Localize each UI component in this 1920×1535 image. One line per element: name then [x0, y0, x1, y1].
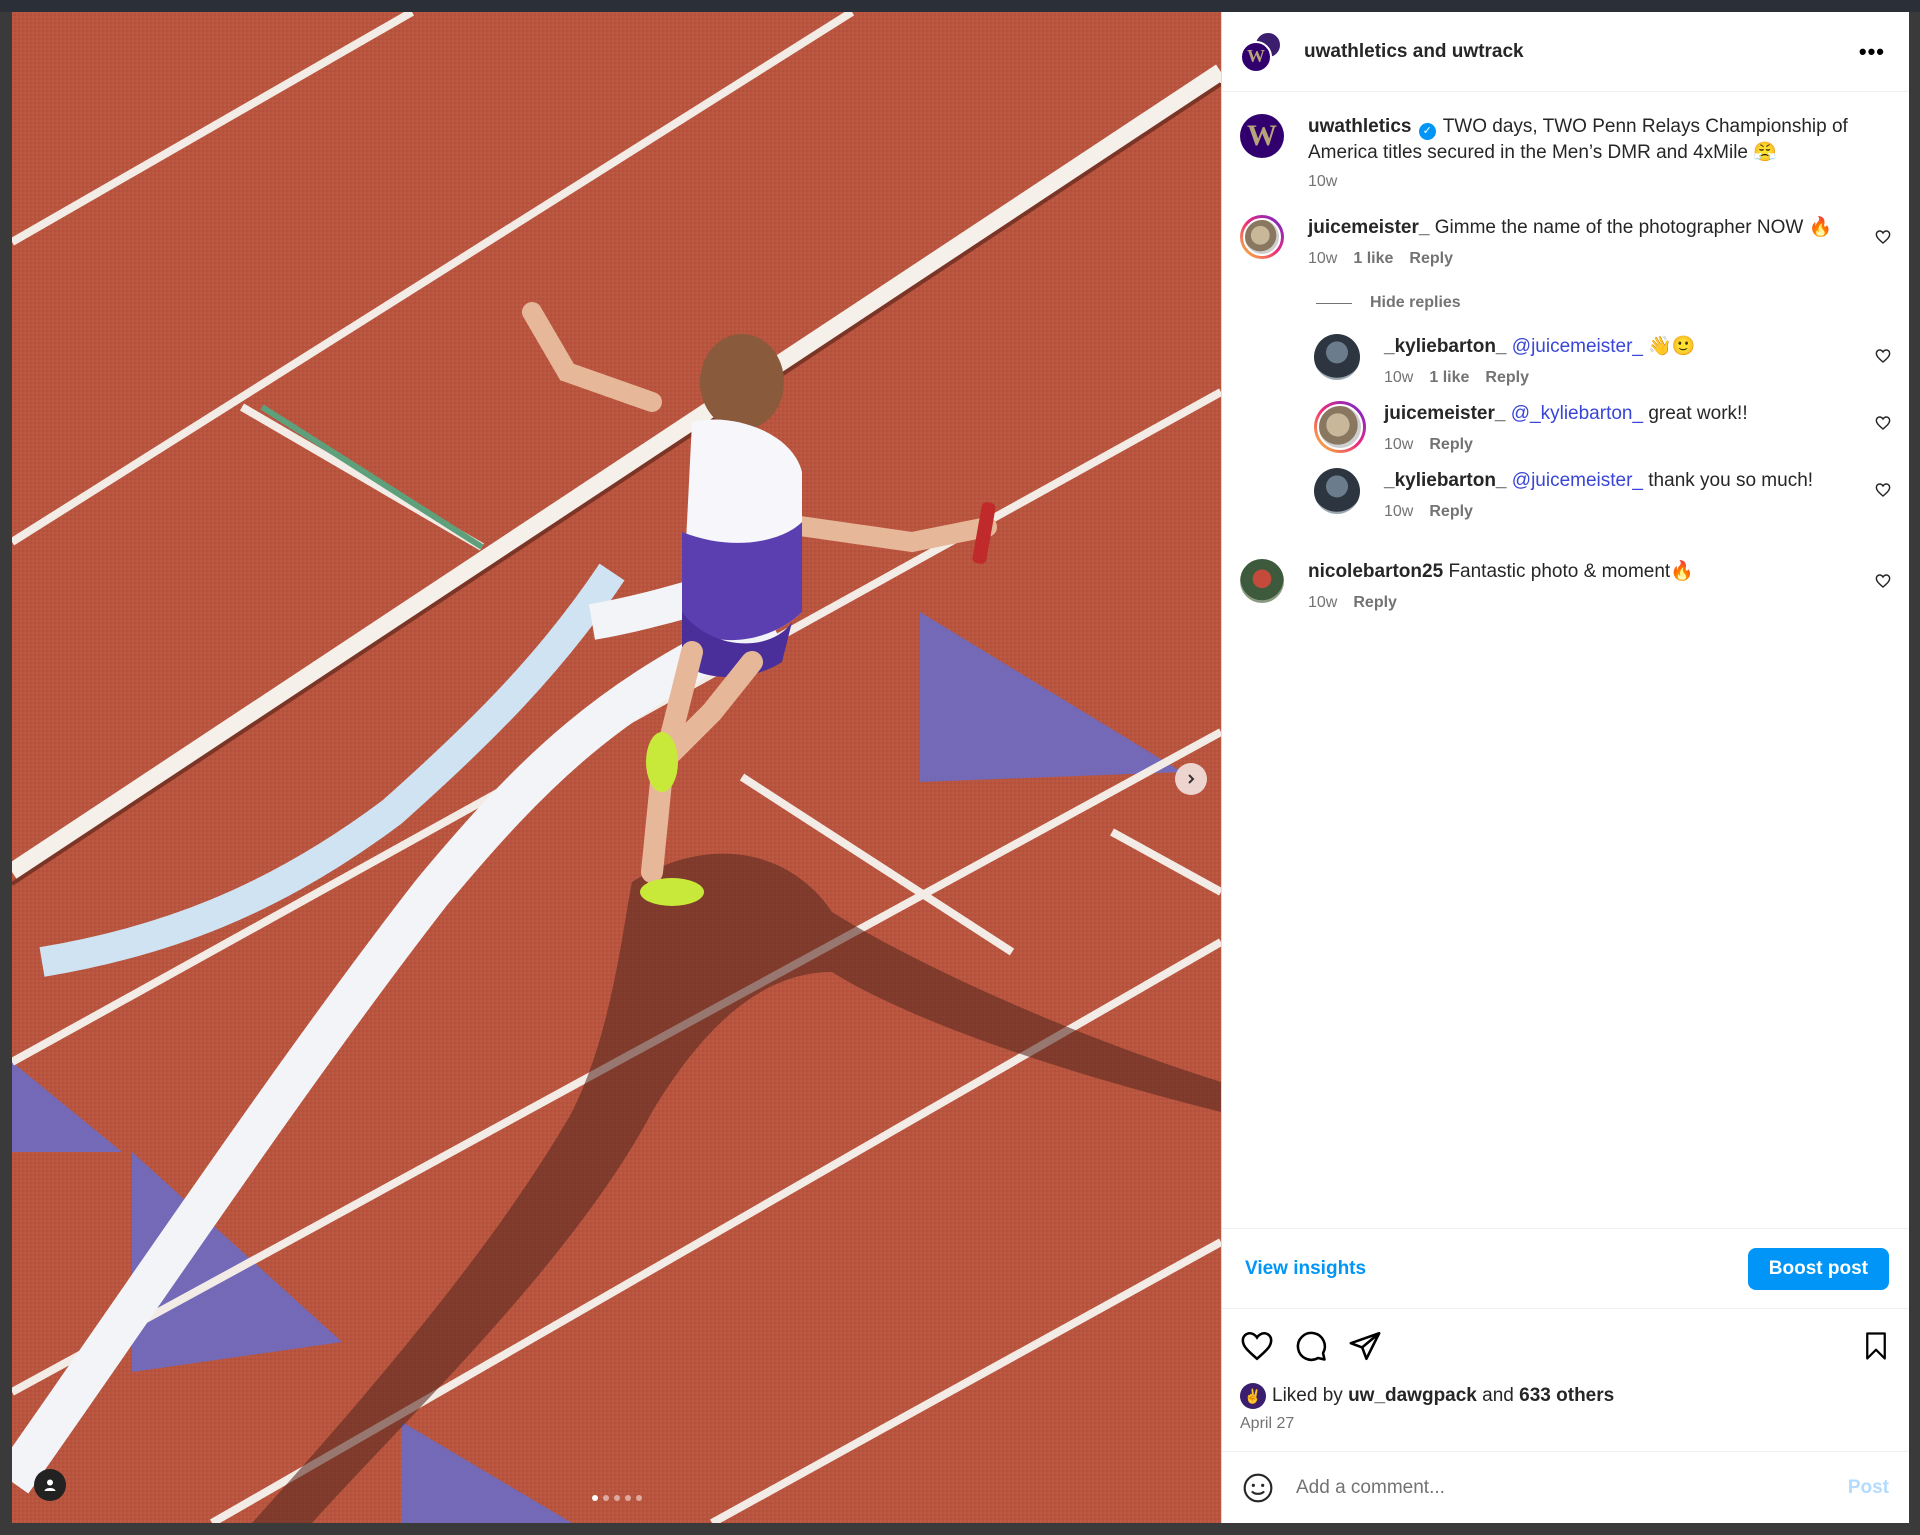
- hide-replies-label: Hide replies: [1370, 294, 1461, 311]
- avatar[interactable]: [1240, 559, 1284, 603]
- reply-button[interactable]: Reply: [1409, 250, 1453, 268]
- reply-button[interactable]: Reply: [1429, 436, 1473, 454]
- post-date[interactable]: April 27: [1240, 1415, 1891, 1433]
- reply-likes[interactable]: 1 like: [1429, 369, 1469, 387]
- reply-text: great work!!: [1643, 403, 1748, 424]
- liker-username[interactable]: uw_dawgpack: [1348, 1385, 1477, 1407]
- comment-time: 10w: [1308, 594, 1338, 611]
- track-photo-illustration: [12, 12, 1221, 1523]
- mention-link[interactable]: @juicemeister_: [1512, 470, 1643, 491]
- avatar[interactable]: [1314, 334, 1360, 380]
- likes-others-link[interactable]: 633 others: [1519, 1385, 1614, 1407]
- likes-joiner: and: [1482, 1385, 1514, 1406]
- emoji-smiley-icon[interactable]: [1242, 1472, 1274, 1504]
- comment-input[interactable]: [1296, 1476, 1848, 1499]
- avatar[interactable]: [1240, 215, 1284, 259]
- like-comment-heart-icon[interactable]: [1875, 229, 1891, 245]
- avatar[interactable]: [1314, 468, 1360, 514]
- more-options-button[interactable]: •••: [1853, 39, 1891, 65]
- comment-username[interactable]: juicemeister_: [1308, 217, 1429, 238]
- comment-bubble-icon[interactable]: [1294, 1329, 1328, 1363]
- comment-time: 10w: [1308, 250, 1338, 267]
- avatar[interactable]: [1314, 401, 1366, 453]
- post-photo: [12, 12, 1221, 1523]
- likes-prefix: Liked by: [1272, 1385, 1343, 1406]
- reply-button[interactable]: Reply: [1429, 503, 1473, 521]
- reply-text: thank you so much!: [1643, 470, 1814, 491]
- avatar[interactable]: W: [1240, 114, 1284, 158]
- reply: _kyliebarton_ @juicemeister_ 👋🙂 10w 1 li…: [1314, 334, 1891, 387]
- like-heart-icon[interactable]: [1240, 1329, 1274, 1363]
- reply-time: 10w: [1384, 436, 1414, 453]
- comment-likes[interactable]: 1 like: [1353, 250, 1393, 268]
- mention-link[interactable]: @_kyliebarton_: [1511, 403, 1643, 424]
- share-send-icon[interactable]: [1348, 1329, 1382, 1363]
- reply-time: 10w: [1384, 369, 1414, 386]
- verified-badge-icon: ✓: [1418, 123, 1436, 140]
- save-bookmark-icon[interactable]: [1861, 1329, 1891, 1363]
- carousel-dot: [635, 1495, 642, 1501]
- insights-bar: View insights Boost post: [1222, 1228, 1909, 1308]
- comment: nicolebarton25 Fantastic photo & moment🔥…: [1240, 559, 1891, 612]
- carousel-dot: [613, 1495, 620, 1501]
- reply: _kyliebarton_ @juicemeister_ thank you s…: [1314, 468, 1891, 521]
- reply-time: 10w: [1384, 503, 1414, 520]
- reply-username[interactable]: _kyliebarton_: [1384, 470, 1507, 491]
- comments-list: W uwathletics ✓ TWO days, TWO Penn Relay…: [1222, 92, 1909, 1228]
- carousel-indicator: [591, 1495, 642, 1501]
- post-authors[interactable]: uwathletics and uwtrack: [1304, 41, 1853, 63]
- reply: juicemeister_ @_kyliebarton_ great work!…: [1314, 401, 1891, 454]
- reply-username[interactable]: _kyliebarton_: [1384, 336, 1507, 357]
- mention-link[interactable]: @juicemeister_: [1512, 336, 1643, 357]
- like-comment-heart-icon[interactable]: [1875, 415, 1891, 431]
- post-modal: W uwathletics and uwtrack ••• W uwathlet…: [12, 12, 1909, 1523]
- boost-post-button[interactable]: Boost post: [1747, 1247, 1889, 1290]
- caption-time: 10w: [1308, 173, 1338, 190]
- reply-button[interactable]: Reply: [1485, 369, 1529, 387]
- likes-summary: ✌ Liked by uw_dawgpack and 633 others: [1240, 1383, 1891, 1409]
- reply-button[interactable]: Reply: [1353, 594, 1397, 612]
- reply-username[interactable]: juicemeister_: [1384, 403, 1505, 424]
- like-comment-heart-icon[interactable]: [1875, 482, 1891, 498]
- avatar: W: [1240, 40, 1272, 73]
- hide-replies-button[interactable]: Hide replies: [1316, 294, 1891, 312]
- comment-text: Fantastic photo & moment🔥: [1448, 561, 1694, 582]
- collab-avatars[interactable]: W: [1240, 30, 1282, 73]
- like-comment-heart-icon[interactable]: [1875, 348, 1891, 364]
- divider: [1316, 302, 1352, 304]
- carousel-dot: [602, 1495, 609, 1501]
- comment-text: Gimme the name of the photographer NOW 🔥: [1434, 217, 1833, 238]
- comment: juicemeister_ Gimme the name of the phot…: [1240, 215, 1891, 268]
- add-comment-bar: Post: [1222, 1451, 1909, 1523]
- comment-username[interactable]: nicolebarton25: [1308, 561, 1443, 582]
- liker-avatar[interactable]: ✌: [1240, 1383, 1266, 1409]
- post-comment-button[interactable]: Post: [1848, 1477, 1889, 1499]
- carousel-dot: [624, 1495, 631, 1501]
- tagged-users-button[interactable]: [34, 1469, 66, 1501]
- user-icon: [44, 1479, 56, 1491]
- next-photo-button[interactable]: [1175, 763, 1207, 795]
- like-comment-heart-icon[interactable]: [1875, 573, 1891, 589]
- post-actions: ✌ Liked by uw_dawgpack and 633 others Ap…: [1222, 1308, 1909, 1433]
- carousel-dot: [591, 1495, 598, 1501]
- post-header: W uwathletics and uwtrack •••: [1222, 12, 1909, 92]
- caption-username[interactable]: uwathletics: [1308, 116, 1411, 137]
- view-insights-link[interactable]: View insights: [1245, 1258, 1366, 1280]
- post-caption: W uwathletics ✓ TWO days, TWO Penn Relay…: [1240, 114, 1891, 191]
- chevron-right-icon: [1188, 774, 1195, 784]
- reply-text: 👋🙂: [1643, 336, 1696, 357]
- post-side-panel: W uwathletics and uwtrack ••• W uwathlet…: [1221, 12, 1909, 1523]
